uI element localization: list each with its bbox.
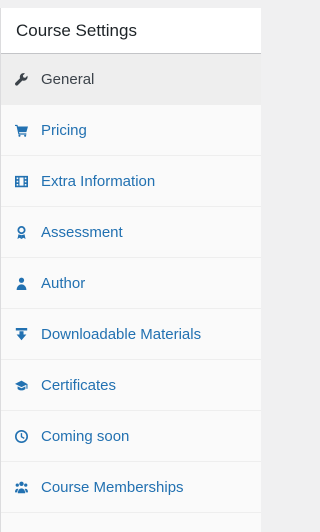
- tab-label: Extra Information: [41, 172, 156, 190]
- tab-label: Downloadable Materials: [41, 325, 202, 343]
- user-icon: [15, 277, 28, 290]
- tab-extra-information[interactable]: Extra Information: [1, 156, 261, 207]
- tab-label: Course Memberships: [41, 478, 184, 496]
- tab-coming-soon[interactable]: Coming soon: [1, 411, 261, 462]
- course-settings-panel: Course Settings General Pricing Extra In…: [0, 8, 261, 532]
- tab-general[interactable]: General: [1, 54, 261, 105]
- panel-title: Course Settings: [16, 20, 137, 40]
- tab-label: Certificates: [41, 376, 117, 394]
- download-icon: [15, 327, 28, 341]
- tab-label: Assessment: [41, 223, 123, 241]
- tab-downloadable-materials[interactable]: Downloadable Materials: [1, 309, 261, 360]
- tab-assessment[interactable]: Assessment: [1, 207, 261, 258]
- award-icon: [15, 225, 28, 239]
- settings-tab-list: General Pricing Extra Information Assess…: [1, 54, 261, 532]
- tab-course-memberships[interactable]: Course Memberships: [1, 462, 261, 513]
- tab-label: General: [41, 70, 95, 88]
- tab-label: Author: [41, 274, 86, 292]
- graduation-cap-icon: [15, 379, 28, 392]
- users-icon: [15, 481, 28, 494]
- tab-label: Coming soon: [41, 427, 130, 445]
- tab-certificates[interactable]: Certificates: [1, 360, 261, 411]
- clock-icon: [15, 429, 28, 443]
- tab-label: Pricing: [41, 121, 87, 139]
- panel-header: Course Settings: [1, 8, 261, 54]
- tab-pricing[interactable]: Pricing: [1, 105, 261, 156]
- tab-author[interactable]: Author: [1, 258, 261, 309]
- cart-icon: [15, 124, 28, 137]
- wrench-icon: [15, 72, 28, 86]
- film-icon: [15, 175, 28, 188]
